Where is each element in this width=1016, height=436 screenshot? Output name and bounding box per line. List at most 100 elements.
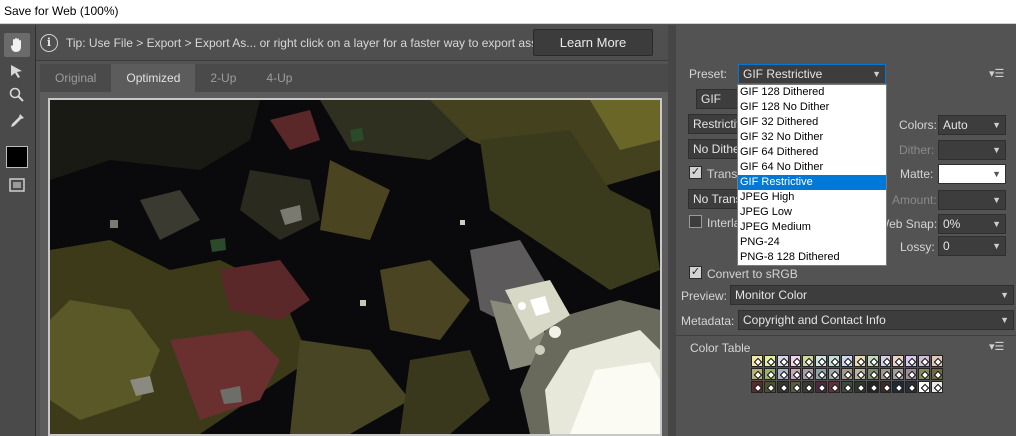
color-swatch[interactable] xyxy=(879,355,892,367)
slice-select-tool-icon[interactable] xyxy=(4,59,30,83)
color-swatch[interactable] xyxy=(841,355,853,367)
tab-2-up[interactable]: 2-Up xyxy=(195,64,251,92)
color-swatch[interactable] xyxy=(853,381,866,393)
preset-select[interactable]: GIF Restrictive ▼ xyxy=(738,64,886,84)
color-swatch[interactable] xyxy=(879,381,892,393)
tab-original[interactable]: Original xyxy=(40,64,111,92)
color-swatch[interactable] xyxy=(866,381,879,393)
color-swatch[interactable] xyxy=(828,355,841,367)
color-swatch[interactable] xyxy=(776,381,789,393)
matte-color-select[interactable]: ▼ xyxy=(938,164,1006,184)
preset-option[interactable]: PNG-8 128 Dithered xyxy=(738,250,886,265)
color-swatch[interactable] xyxy=(802,368,815,380)
metadata-select[interactable]: Copyright and Contact Info ▼ xyxy=(738,310,1014,330)
colors-label: Colors: xyxy=(899,118,938,132)
format-select-value: GIF xyxy=(701,92,721,106)
color-swatch[interactable] xyxy=(802,355,815,367)
color-swatch[interactable] xyxy=(815,368,828,380)
convert-srgb-checkbox[interactable]: ✓ xyxy=(689,266,702,279)
preset-option[interactable]: GIF 64 No Dither xyxy=(738,160,886,175)
colors-select[interactable]: Auto ▼ xyxy=(938,115,1006,135)
color-table-row xyxy=(751,355,944,368)
color-swatch[interactable] xyxy=(931,381,943,393)
color-swatch[interactable] xyxy=(892,381,905,393)
color-swatch[interactable] xyxy=(751,355,763,367)
color-table-row xyxy=(751,381,944,394)
color-swatch[interactable] xyxy=(776,355,789,367)
preview-select-value: Monitor Color xyxy=(735,288,808,302)
color-swatch[interactable] xyxy=(763,355,776,367)
preset-option[interactable]: JPEG Medium xyxy=(738,220,886,235)
color-swatch[interactable] xyxy=(918,368,931,380)
divider xyxy=(676,335,1016,336)
color-swatch[interactable] xyxy=(815,381,828,393)
color-swatch[interactable] xyxy=(802,381,815,393)
color-swatch[interactable] xyxy=(815,355,828,367)
color-swatch[interactable] xyxy=(905,368,918,380)
color-swatch[interactable] xyxy=(828,368,841,380)
color-swatch[interactable] xyxy=(892,355,905,367)
interlaced-checkbox[interactable] xyxy=(689,215,702,228)
tip-text: Tip: Use File > Export > Export As... or… xyxy=(66,35,554,50)
lossy-value: 0 xyxy=(943,239,950,253)
color-swatch[interactable] xyxy=(931,355,943,367)
colors-select-value: Auto xyxy=(943,118,968,132)
color-swatch[interactable] xyxy=(905,381,918,393)
color-swatch[interactable] xyxy=(751,381,763,393)
color-swatch[interactable] xyxy=(866,368,879,380)
preset-option[interactable]: GIF 32 Dithered xyxy=(738,115,886,130)
tab-optimized[interactable]: Optimized xyxy=(111,64,196,92)
color-swatch[interactable] xyxy=(841,381,853,393)
color-swatch[interactable] xyxy=(828,381,841,393)
lossy-label: Lossy: xyxy=(900,240,935,254)
preset-dropdown-list: GIF 128 Dithered GIF 128 No Dither GIF 32 … xyxy=(737,84,887,266)
color-swatch[interactable] xyxy=(763,368,776,380)
preset-option[interactable]: GIF 32 No Dither xyxy=(738,130,886,145)
zoom-tool-icon[interactable] xyxy=(4,83,30,107)
preset-option[interactable]: PNG-24 xyxy=(738,235,886,250)
preset-option[interactable]: GIF 128 No Dither xyxy=(738,100,886,115)
color-swatch[interactable] xyxy=(853,355,866,367)
preset-option[interactable]: GIF Restrictive xyxy=(738,175,886,190)
metadata-select-value: Copyright and Contact Info xyxy=(743,313,886,327)
preset-option[interactable]: GIF 64 Dithered xyxy=(738,145,886,160)
eyedropper-color-swatch[interactable] xyxy=(6,146,28,168)
color-swatch[interactable] xyxy=(789,381,802,393)
color-swatch[interactable] xyxy=(789,368,802,380)
learn-more-button[interactable]: Learn More xyxy=(533,29,653,56)
color-swatch[interactable] xyxy=(918,381,931,393)
transparency-checkbox[interactable]: ✓ xyxy=(689,166,702,179)
matte-label: Matte: xyxy=(900,167,934,181)
eyedropper-tool-icon[interactable] xyxy=(4,109,30,133)
tab-4-up[interactable]: 4-Up xyxy=(251,64,307,92)
preset-label: Preset: xyxy=(689,67,728,81)
color-swatch[interactable] xyxy=(866,355,879,367)
color-swatch[interactable] xyxy=(918,355,931,367)
color-table-menu-icon[interactable]: ▾☰ xyxy=(989,340,1004,353)
color-swatch[interactable] xyxy=(853,368,866,380)
color-swatch[interactable] xyxy=(905,355,918,367)
color-swatch[interactable] xyxy=(751,368,763,380)
color-swatch[interactable] xyxy=(789,355,802,367)
hand-tool-icon[interactable] xyxy=(4,33,30,57)
toggle-slices-icon[interactable] xyxy=(4,173,30,197)
preset-option[interactable]: JPEG High xyxy=(738,190,886,205)
preview-label: Preview: xyxy=(681,289,728,303)
color-swatch[interactable] xyxy=(841,368,853,380)
preset-option[interactable]: JPEG Low xyxy=(738,205,886,220)
preview-select[interactable]: Monitor Color ▼ xyxy=(730,285,1014,305)
color-swatch[interactable] xyxy=(763,381,776,393)
color-table-row xyxy=(751,368,944,381)
color-swatch[interactable] xyxy=(931,368,943,380)
amount-select[interactable]: ▼ xyxy=(938,190,1006,210)
color-swatch[interactable] xyxy=(879,368,892,380)
web-snap-select[interactable]: 0% ▼ xyxy=(938,214,1006,234)
panel-menu-icon[interactable]: ▾☰ xyxy=(989,67,1004,80)
color-swatch[interactable] xyxy=(892,368,905,380)
dither-amount-select[interactable]: ▼ xyxy=(938,140,1006,160)
preset-option[interactable]: GIF 128 Dithered xyxy=(738,85,886,100)
color-swatch[interactable] xyxy=(776,368,789,380)
preset-select-value: GIF Restrictive xyxy=(743,67,823,81)
lossy-select[interactable]: 0 ▼ xyxy=(938,236,1006,256)
optimized-image-preview[interactable] xyxy=(48,98,662,436)
